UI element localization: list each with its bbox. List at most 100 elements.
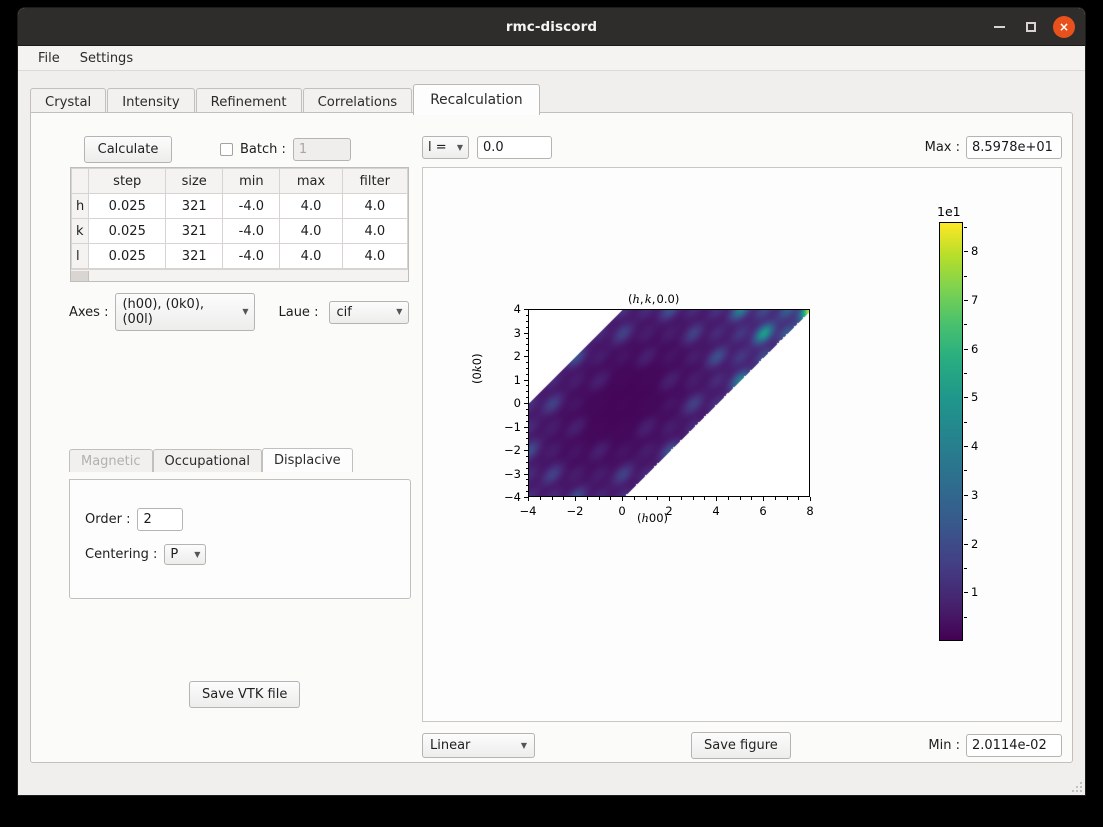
batch-group: Batch : 1 [220,138,351,161]
cell-l-size[interactable]: 321 [165,243,224,269]
y-tick-minor [525,338,528,340]
y-tick-major [524,403,528,404]
cell-h-step[interactable]: 0.025 [88,193,167,219]
y-tick-major [524,473,528,475]
cell-l-max[interactable]: 4.0 [279,243,343,269]
cell-k-filter[interactable]: 4.0 [341,218,409,244]
plot-title: (h, k, 0.0) [628,292,680,306]
cell-h-size[interactable]: 321 [165,193,224,219]
menu-item-settings[interactable]: Settings [70,49,143,68]
x-tick-minor [633,497,635,500]
matplotlib-figure: (h, k, 0.0) −4 −2 0 2 4 6 8 −4 −3 −2 −1 0 1 2 3 4 (h00… [423,168,1061,721]
column-header-size[interactable]: size [165,168,224,194]
y-tick-minor [525,326,528,328]
x-tick-minor [657,497,659,500]
colorbar-tick-minor [964,324,967,326]
x-tick-minor [680,497,682,500]
centering-dropdown[interactable]: P ▼ [164,544,207,565]
application-window: rmc-discord × File Settings Crystal Inte… [18,8,1085,795]
table-row: l 0.025 321 -4.0 4.0 4.0 [70,243,409,269]
save-vtk-button[interactable]: Save VTK file [189,681,301,708]
scale-dropdown[interactable]: Linear ▼ [422,733,535,758]
colorbar-tick-label: 6 [971,341,979,356]
mode-tab-displacive[interactable]: Displacive [262,448,353,472]
slice-value-input[interactable]: 0.0 [477,136,552,159]
min-input[interactable]: 2.0114e-02 [966,734,1062,757]
x-tick-minor [798,497,800,500]
heatmap-axes[interactable] [528,309,810,497]
colorbar-tick-label: 2 [971,536,979,551]
y-tick-minor [525,373,528,375]
plot-canvas[interactable]: (h, k, 0.0) −4 −2 0 2 4 6 8 −4 −3 −2 −1 0 1 2 3 4 (h00… [422,167,1062,722]
tab-refinement[interactable]: Refinement [195,88,302,115]
maximize-button[interactable] [1021,17,1041,37]
table-corner-header [70,168,90,194]
tab-intensity[interactable]: Intensity [107,88,195,115]
cell-l-filter[interactable]: 4.0 [341,243,409,269]
x-tick-major [622,497,623,501]
colorbar-tick-label: 1 [971,585,979,600]
mode-tab-occupational[interactable]: Occupational [152,449,262,472]
resize-grip[interactable] [1070,780,1082,792]
y-tick-minor [525,344,528,346]
close-button[interactable]: × [1053,16,1075,38]
slice-axis-dropdown[interactable]: l = ▼ [422,136,469,159]
y-tick-minor [525,485,528,487]
cell-k-min[interactable]: -4.0 [222,218,281,244]
save-figure-button[interactable]: Save figure [691,732,791,759]
y-tick-minor [525,314,528,316]
order-input[interactable]: 2 [137,508,184,531]
y-tick-minor [525,414,528,416]
cell-h-min[interactable]: -4.0 [222,193,281,219]
column-header-filter[interactable]: filter [341,168,409,194]
x-tick-minor [598,497,600,500]
y-tick-minor [525,438,528,440]
y-tick-minor [525,361,528,363]
column-header-min[interactable]: min [222,168,281,194]
row-header-l: l [70,243,90,269]
batch-checkbox[interactable] [220,143,233,156]
y-tick-minor [525,350,528,352]
tab-recalculation[interactable]: Recalculation [413,84,540,115]
hkl-parameters-table[interactable]: step size min max filter h 0.025 321 -4.… [70,167,409,282]
y-tick-minor [525,455,528,457]
mode-tab-bar: Magnetic Occupational Displacive [69,448,411,472]
colorbar-tick-label: 5 [971,390,979,405]
x-tick-label: 8 [806,504,814,518]
cell-h-filter[interactable]: 4.0 [341,193,409,219]
laue-dropdown[interactable]: cif ▼ [329,300,410,324]
colorbar-tick-minor [964,275,967,277]
max-group: Max : 8.5978e+01 [925,136,1062,159]
plot-bottom-controls: Linear ▼ Save figure Min : 2.0114e-02 [422,732,1062,759]
cell-l-step[interactable]: 0.025 [88,243,167,269]
slice-axis-value: l = [428,140,447,155]
column-header-max[interactable]: max [279,168,343,194]
plot-top-controls: l = ▼ 0.0 Max : 8.5978e+01 [422,136,1062,159]
cell-k-max[interactable]: 4.0 [279,218,343,244]
tab-correlations[interactable]: Correlations [302,88,413,115]
cell-l-min[interactable]: -4.0 [222,243,281,269]
menu-item-file[interactable]: File [28,49,70,68]
minimize-button[interactable] [989,17,1009,37]
table-horizontal-scrollbar[interactable] [71,269,408,281]
y-tick-minor [525,397,528,399]
title-l: 0.0 [656,292,675,306]
colorbar-tick-major [964,494,968,496]
colorbar-tick-minor [964,519,967,521]
y-tick-minor [525,479,528,481]
cell-h-max[interactable]: 4.0 [279,193,343,219]
x-tick-minor [586,497,588,500]
calculate-button[interactable]: Calculate [84,136,172,163]
cell-k-size[interactable]: 321 [165,218,224,244]
batch-input[interactable]: 1 [292,138,351,161]
x-tick-major [716,497,717,501]
tab-crystal[interactable]: Crystal [30,88,107,115]
scrollbar-thumb[interactable] [71,271,89,281]
axes-dropdown[interactable]: (h00), (0k0), (00l) ▼ [115,293,256,331]
cell-k-step[interactable]: 0.025 [88,218,167,244]
x-tick-major [763,497,764,501]
column-header-step[interactable]: step [88,168,167,194]
y-tick-minor [525,391,528,393]
x-tick-minor [774,497,776,500]
max-input[interactable]: 8.5978e+01 [966,136,1062,159]
